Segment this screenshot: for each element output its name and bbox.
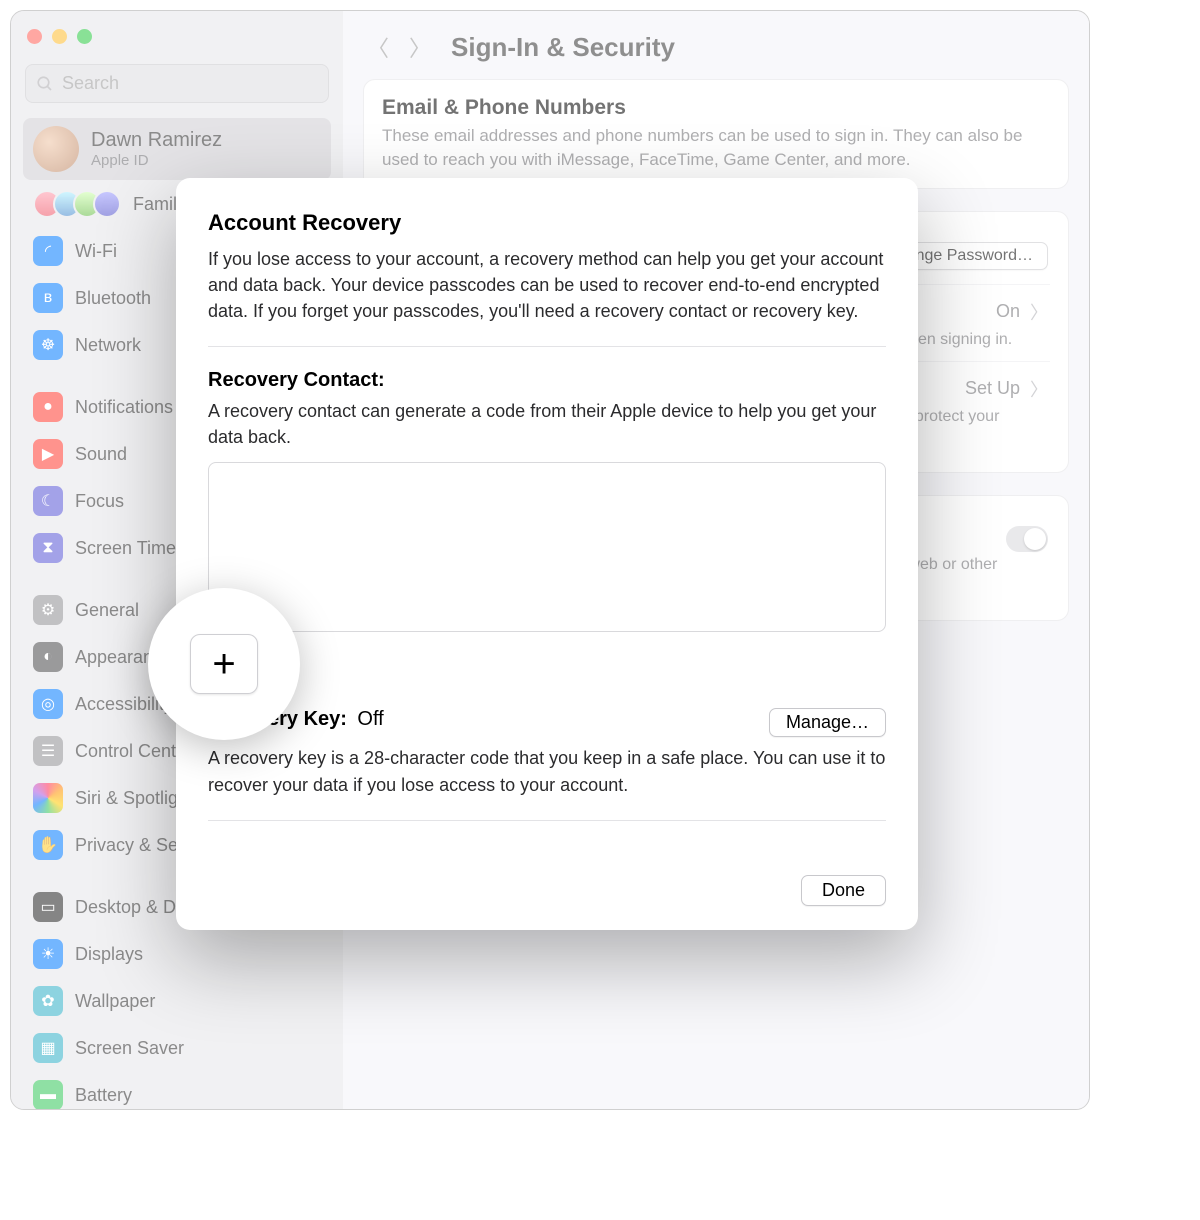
hand-icon: ✋ xyxy=(33,830,63,860)
modal-body-text: If you lose access to your account, a re… xyxy=(208,246,886,324)
globe-icon: ☸ xyxy=(33,330,63,360)
user-name-label: Dawn Ramirez xyxy=(91,129,222,152)
panel-title: Email & Phone Numbers xyxy=(382,96,1050,120)
sidebar-item-label: Wi-Fi xyxy=(75,241,117,262)
sidebar-item-label: Screen Saver xyxy=(75,1038,184,1059)
sidebar-item-battery[interactable]: ▬ Battery xyxy=(23,1072,331,1110)
hourglass-icon: ⧗ xyxy=(33,533,63,563)
nav-header: 〈 〉 Sign-In & Security xyxy=(363,25,1069,79)
page-title: Sign-In & Security xyxy=(451,32,675,63)
battery-icon: ▬ xyxy=(33,1080,63,1110)
chevron-right-icon: 〉 xyxy=(1030,299,1048,325)
user-avatar xyxy=(33,126,79,172)
wallpaper-icon: ✿ xyxy=(33,986,63,1016)
sidebar-item-label: Displays xyxy=(75,944,143,965)
sidebar-item-label: Screen Time xyxy=(75,538,176,559)
user-subtitle-label: Apple ID xyxy=(91,152,222,169)
account-recovery-modal: Account Recovery If you lose access to y… xyxy=(176,178,918,930)
speaker-icon: ▶ xyxy=(33,439,63,469)
sun-icon: ☀ xyxy=(33,939,63,969)
manage-recovery-key-button[interactable]: Manage… xyxy=(769,708,886,737)
two-factor-value: On xyxy=(996,301,1020,322)
sidebar-item-label: Network xyxy=(75,335,141,356)
sidebar-item-label: Control Center xyxy=(75,741,192,762)
add-recovery-contact-button-highlight[interactable]: + xyxy=(190,634,258,694)
sidebar-item-label: Notifications xyxy=(75,397,173,418)
chevron-right-icon: 〉 xyxy=(1030,376,1048,402)
window-controls xyxy=(21,19,333,58)
recovery-contact-title: Recovery Contact: xyxy=(208,369,886,392)
passkey-toggle[interactable] xyxy=(1006,526,1048,552)
recovery-contact-desc: A recovery contact can generate a code f… xyxy=(208,398,886,450)
moon-icon: ☾ xyxy=(33,486,63,516)
plus-icon: + xyxy=(212,642,235,687)
sidebar-item-wallpaper[interactable]: ✿ Wallpaper xyxy=(23,978,331,1024)
family-avatars xyxy=(33,190,121,218)
zoom-window-button[interactable] xyxy=(77,29,92,44)
switches-icon: ☰ xyxy=(33,736,63,766)
bluetooth-icon: ʙ xyxy=(33,283,63,313)
done-button[interactable]: Done xyxy=(801,875,886,906)
siri-icon xyxy=(33,783,63,813)
minimize-window-button[interactable] xyxy=(52,29,67,44)
desktop-icon: ▭ xyxy=(33,892,63,922)
modal-title: Account Recovery xyxy=(208,210,886,236)
sidebar-item-label: Bluetooth xyxy=(75,288,151,309)
screensaver-icon: ▦ xyxy=(33,1033,63,1063)
sidebar-item-label: General xyxy=(75,600,139,621)
close-window-button[interactable] xyxy=(27,29,42,44)
recovery-key-desc: A recovery key is a 28-character code th… xyxy=(208,745,886,797)
sidebar-item-displays[interactable]: ☀ Displays xyxy=(23,931,331,977)
callout-magnifier: + xyxy=(148,588,300,740)
search-placeholder-label: Search xyxy=(62,73,119,94)
sidebar-item-label: Wallpaper xyxy=(75,991,155,1012)
forward-button[interactable]: 〉 xyxy=(409,31,431,63)
bell-icon: ● xyxy=(33,392,63,422)
sidebar-item-label: Battery xyxy=(75,1085,132,1106)
accessibility-icon: ◎ xyxy=(33,689,63,719)
sidebar-item-apple-id[interactable]: Dawn Ramirez Apple ID xyxy=(23,118,331,180)
recovery-contact-list xyxy=(208,462,886,632)
recovery-key-value: Off xyxy=(357,708,383,730)
panel-desc: These email addresses and phone numbers … xyxy=(382,124,1050,172)
sidebar-item-label: Sound xyxy=(75,444,127,465)
panel-email-phone: Email & Phone Numbers These email addres… xyxy=(363,79,1069,189)
back-button[interactable]: 〈 xyxy=(367,31,389,63)
search-icon xyxy=(36,75,54,93)
gear-icon: ⚙ xyxy=(33,595,63,625)
sidebar-item-label: Focus xyxy=(75,491,124,512)
wifi-icon: ◜ xyxy=(33,236,63,266)
appearance-icon: ◐ xyxy=(33,642,63,672)
sidebar-item-screen-saver[interactable]: ▦ Screen Saver xyxy=(23,1025,331,1071)
security-keys-button-text: Set Up xyxy=(965,378,1020,399)
search-input[interactable]: Search xyxy=(25,64,329,103)
